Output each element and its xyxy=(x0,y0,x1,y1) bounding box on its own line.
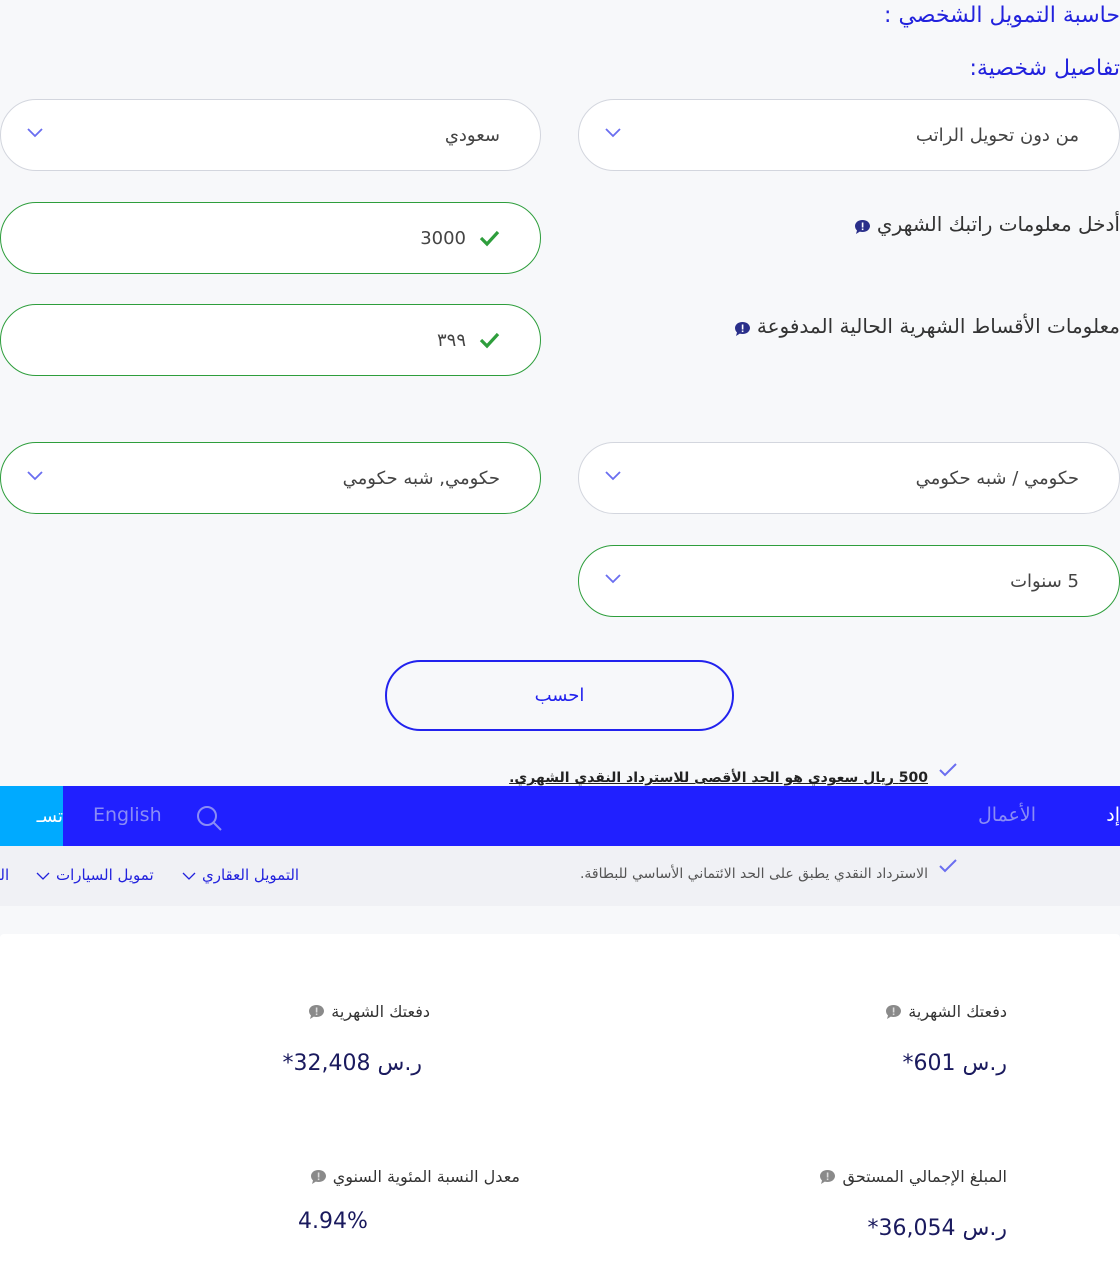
installments-value: ٣٩٩ xyxy=(436,329,466,351)
monthly-payment-value: ر.س 601* xyxy=(902,1051,1007,1076)
employer-sector-value: حكومي, شبه حكومي xyxy=(342,467,500,489)
chevron-down-icon xyxy=(605,128,621,142)
nationality-value: سعودي xyxy=(444,124,500,146)
subnav-item-cut[interactable]: الـ xyxy=(0,866,9,884)
total-amount-value: ر.س 36,054* xyxy=(867,1216,1007,1241)
tenure-value: 5 سنوات xyxy=(1010,570,1079,592)
installments-input[interactable]: ٣٩٩ xyxy=(0,304,541,376)
chevron-down-icon xyxy=(605,471,621,485)
tenure-select[interactable]: 5 سنوات xyxy=(578,545,1120,617)
language-switch-english[interactable]: English xyxy=(93,804,162,826)
check-icon xyxy=(478,227,500,249)
employer-type-value: حكومي / شبه حكومي xyxy=(915,467,1079,489)
info-icon[interactable] xyxy=(734,318,751,336)
page-title: حاسبة التمويل الشخصي : xyxy=(884,3,1120,28)
salary-value: 3000 xyxy=(420,227,466,249)
subnav-item-auto-finance[interactable]: تمويل السيارات xyxy=(36,866,154,884)
nav-cta-button[interactable]: تسـ xyxy=(0,786,63,846)
sub-navbar: التمويل العقاري تمويل السيارات الـ الاست… xyxy=(0,846,1120,906)
check-icon xyxy=(938,762,958,782)
salary-transfer-select[interactable]: من دون تحويل الراتب xyxy=(578,99,1120,171)
apr-label: معدل النسبة المئوية السنوي xyxy=(310,1167,520,1186)
salary-transfer-value: من دون تحويل الراتب xyxy=(915,124,1079,146)
apr-value: 4.94% xyxy=(298,1209,368,1234)
salary-label: أدخل معلومات راتبك الشهري xyxy=(854,212,1120,236)
note-credit-limit: الاسترداد النقدي يطبق على الحد الائتماني… xyxy=(580,858,958,882)
employer-type-select[interactable]: حكومي / شبه حكومي xyxy=(578,442,1120,514)
info-icon[interactable] xyxy=(819,1169,836,1185)
note-max-cashback: 500 ريال سعودي هو الحد الأقصى للاسترداد … xyxy=(509,762,958,786)
info-icon[interactable] xyxy=(310,1169,327,1185)
info-icon[interactable] xyxy=(308,1004,325,1020)
top-navbar: تسـ English الأعمال إد xyxy=(0,786,1120,846)
nav-business[interactable]: الأعمال xyxy=(978,804,1036,826)
chevron-down-icon xyxy=(605,574,621,588)
nationality-select[interactable]: سعودي xyxy=(0,99,541,171)
nav-individuals[interactable]: إد xyxy=(1106,804,1120,826)
monthly-payment-label-2: دفعتك الشهرية xyxy=(308,1002,430,1021)
chevron-down-icon xyxy=(27,128,43,142)
info-icon[interactable] xyxy=(885,1004,902,1020)
monthly-payment-label: دفعتك الشهرية xyxy=(885,1002,1007,1021)
check-icon xyxy=(478,329,500,351)
info-icon[interactable] xyxy=(854,216,871,234)
check-icon xyxy=(938,858,958,878)
search-icon[interactable] xyxy=(195,804,223,832)
salary-input[interactable]: 3000 xyxy=(0,202,541,274)
section-subtitle: تفاصيل شخصية: xyxy=(969,56,1120,81)
installments-label: معلومات الأقساط الشهرية الحالية المدفوعة xyxy=(734,314,1120,338)
chevron-down-icon xyxy=(36,866,50,884)
calculate-button[interactable]: احسب xyxy=(385,660,734,731)
total-amount-label: المبلغ الإجمالي المستحق xyxy=(819,1167,1007,1186)
employer-sector-select[interactable]: حكومي, شبه حكومي xyxy=(0,442,541,514)
chevron-down-icon xyxy=(27,471,43,485)
monthly-payment-value-2: ر.س 32,408* xyxy=(282,1051,422,1076)
results-panel: دفعتك الشهرية ر.س 601* دفعتك الشهرية ر.س… xyxy=(0,934,1120,1263)
subnav-item-mortgage[interactable]: التمويل العقاري xyxy=(182,866,299,884)
chevron-down-icon xyxy=(182,866,196,884)
